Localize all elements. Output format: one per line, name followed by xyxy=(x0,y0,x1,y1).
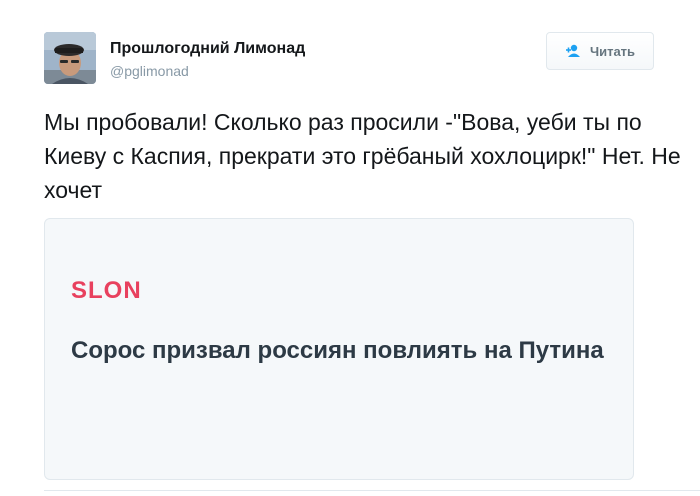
avatar-photo xyxy=(44,32,96,84)
person-plus-icon xyxy=(565,44,583,58)
avatar[interactable] xyxy=(44,32,96,84)
divider xyxy=(44,490,700,491)
follow-button[interactable]: Читать xyxy=(546,32,654,70)
link-card[interactable]: SLON Сорос призвал россиян повлиять на П… xyxy=(44,218,634,480)
card-headline: Сорос призвал россиян повлиять на Путина xyxy=(71,337,604,364)
card-source-logo: SLON xyxy=(71,277,142,304)
tweet: Прошлогодний Лимонад @pglimonad Читать М… xyxy=(0,0,700,496)
follow-button-label: Читать xyxy=(589,43,636,59)
tweet-text: Мы пробовали! Сколько раз просили -"Вова… xyxy=(44,109,681,203)
display-name[interactable]: Прошлогодний Лимонад xyxy=(110,40,305,58)
user-handle[interactable]: @pglimonad xyxy=(110,63,189,79)
